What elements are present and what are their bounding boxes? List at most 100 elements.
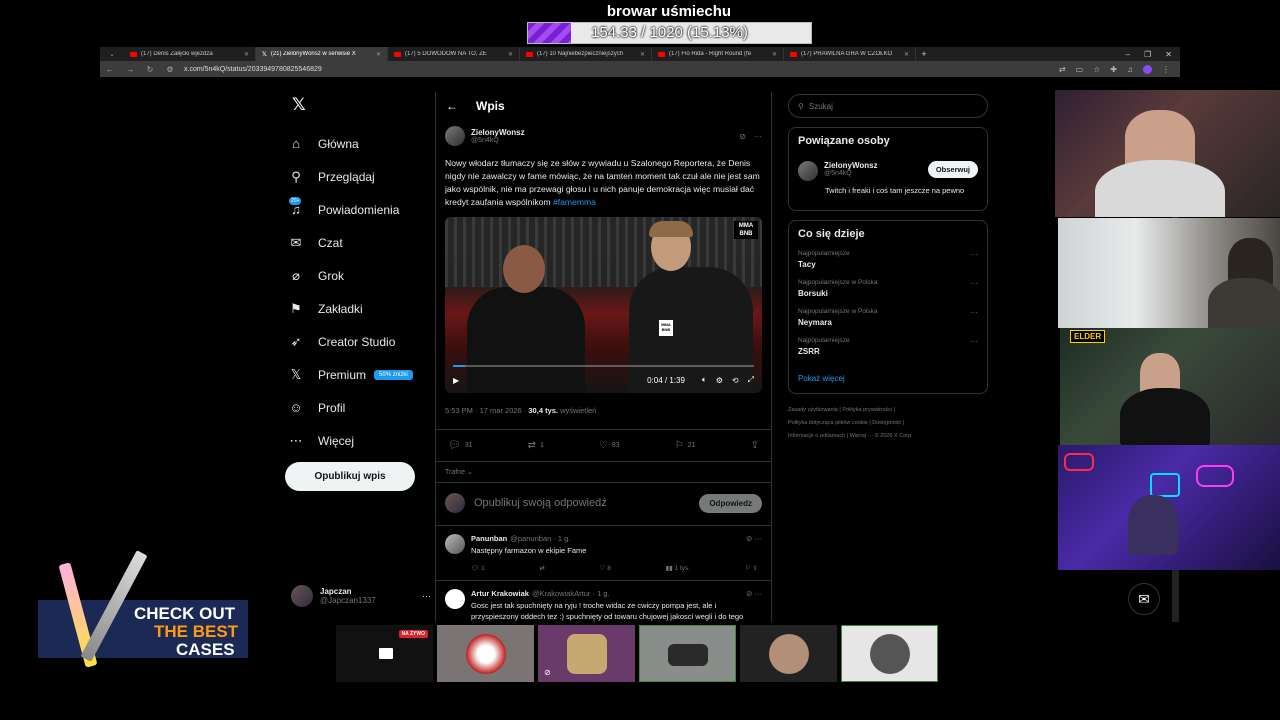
reply-author-name[interactable]: Artur Krakowiak <box>471 589 529 598</box>
like-action[interactable]: ♡ 83 <box>599 440 620 451</box>
sort-replies[interactable]: Trafne ⌄ <box>436 462 771 482</box>
cast-icon[interactable]: ▭ <box>1076 65 1084 74</box>
tab-2[interactable]: (17) 5 DOWODÓW NA TO, ŻE ✕ <box>388 47 520 61</box>
related-avatar[interactable] <box>798 161 818 181</box>
close-icon[interactable]: ✕ <box>376 51 381 58</box>
nav-item-3[interactable]: ✉ Czat <box>286 226 436 259</box>
participant-tile[interactable] <box>740 625 837 682</box>
close-icon[interactable]: ✕ <box>904 51 909 58</box>
hashtag-link[interactable]: #famemma <box>553 197 596 207</box>
author-avatar[interactable] <box>445 126 465 146</box>
reply-input[interactable]: Opublikuj swoją odpowiedź <box>474 497 607 509</box>
show-more-link[interactable]: Pokaż więcej <box>798 374 978 383</box>
participant-tile[interactable] <box>841 625 938 682</box>
views-icon[interactable]: ▮▮ 1 tys. <box>666 564 691 572</box>
follow-button[interactable]: Obserwuj <box>927 161 978 178</box>
repost-icon[interactable]: ⇄ <box>539 564 544 572</box>
play-icon[interactable]: ▶ <box>453 376 459 385</box>
nav-item-0[interactable]: ⌂ Główna <box>286 127 436 160</box>
trend-item[interactable]: Najpopularniejsze w Polska Neymara ··· <box>798 308 978 327</box>
tab-search-icon[interactable]: ⌄ <box>100 51 124 58</box>
video-player[interactable]: MMA BNB MMA BNB ▶ 0:04 / 1:39 🔈︎ ⚙ ⟲ ⤢ <box>445 217 762 393</box>
reply-icon[interactable]: 💬︎ 1 <box>471 564 485 572</box>
close-icon[interactable]: ✕ <box>1165 50 1172 59</box>
more-icon[interactable]: ··· <box>754 132 762 141</box>
nav-item-6[interactable]: ➶ Creator Studio <box>286 325 436 358</box>
close-icon[interactable]: ✕ <box>772 51 777 58</box>
account-switcher[interactable]: Japczan @Japczan1337 ··· <box>291 585 431 607</box>
more-icon[interactable]: ··· <box>970 250 978 259</box>
video-progress[interactable] <box>453 365 754 367</box>
close-icon[interactable]: ✕ <box>640 51 645 58</box>
back-arrow-icon[interactable]: ← <box>446 99 458 113</box>
more-icon[interactable]: ··· <box>970 279 978 288</box>
repost-action[interactable]: ⇄ 1 <box>528 440 544 451</box>
close-icon[interactable]: ✕ <box>508 51 513 58</box>
tab-0[interactable]: (17) Denis Załęcki wjeżdża ✕ <box>124 47 256 61</box>
reply-avatar[interactable] <box>445 589 465 609</box>
bookmark-action[interactable]: ⚐ 21 <box>675 440 696 451</box>
reply-submit-button[interactable]: Odpowiedz <box>699 493 762 513</box>
tab-3[interactable]: (17) 10 Najniebezpieczniejszych ✕ <box>520 47 652 61</box>
footer-line[interactable]: Informacje o reklamach | Więcej ··· © 20… <box>788 430 988 443</box>
messages-button[interactable]: ✉ <box>1128 583 1160 615</box>
nav-item-1[interactable]: ⚲ Przeglądaj <box>286 160 436 193</box>
translate-icon[interactable]: ⇄ <box>1059 65 1066 74</box>
profile-avatar[interactable] <box>1143 64 1152 74</box>
trend-item[interactable]: Najpopularniejsze ZSRR ··· <box>798 337 978 356</box>
site-info-icon[interactable]: ⚙ <box>160 65 180 74</box>
grok-icon[interactable]: ⊘ <box>739 132 746 141</box>
back-icon[interactable]: ← <box>100 65 120 74</box>
more-icon[interactable]: ⊘ ··· <box>746 589 762 598</box>
nav-item-5[interactable]: ⚑ Zakładki <box>286 292 436 325</box>
footer-line[interactable]: Polityka dotycząca plików cookie | Dostę… <box>788 417 988 430</box>
footer-line[interactable]: Zasady użytkowania | Polityka prywatnośc… <box>788 404 988 417</box>
participant-tile[interactable]: ⊘ <box>538 625 635 682</box>
nav-item-8[interactable]: ☺ Profil <box>286 391 436 424</box>
share-action[interactable]: ⇪ <box>751 440 759 451</box>
trend-item[interactable]: Najpopularniejsze Tacy ··· <box>798 250 978 269</box>
reply-item[interactable]: Artur Krakowiak @KrakowiakArtur · 1 g. ⊘… <box>436 581 771 622</box>
reload-icon[interactable]: ↻ <box>140 65 160 74</box>
media-icon[interactable]: ♫ <box>1127 65 1133 74</box>
tab-4[interactable]: (17) Flo Rida - Right Round (fe ✕ <box>652 47 784 61</box>
post-button[interactable]: Opublikuj wpis <box>285 462 415 491</box>
author-name[interactable]: ZielonyWonsz <box>471 128 525 137</box>
more-icon[interactable]: ··· <box>970 308 978 317</box>
participant-tile[interactable] <box>437 625 534 682</box>
more-icon[interactable]: ⊘ ··· <box>746 534 762 543</box>
reply-author-name[interactable]: Panunban <box>471 534 507 543</box>
heart-icon[interactable]: ♡ 8 <box>600 564 611 572</box>
trend-item[interactable]: Najpopularniejsze w Polska Borsuki ··· <box>798 279 978 298</box>
new-tab-button[interactable]: + <box>916 49 932 59</box>
loop-icon[interactable]: ⟲ <box>732 376 739 385</box>
x-logo[interactable]: 𝕏 <box>292 95 436 115</box>
nav-item-2[interactable]: ♫ 20+ Powiadomienia <box>286 193 436 226</box>
nav-item-7[interactable]: 𝕏 Premium 50% zniżki <box>286 358 436 391</box>
participant-tile[interactable]: NA ŻYWO <box>336 625 433 682</box>
search-input[interactable]: ⚲ Szukaj <box>788 94 988 118</box>
participant-tile[interactable] <box>639 625 736 682</box>
more-icon[interactable]: ··· <box>970 337 978 346</box>
bookmark-icon[interactable]: ⚐ ⇪ <box>745 564 758 572</box>
forward-icon[interactable]: → <box>120 65 140 74</box>
reply-item[interactable]: Panunban @panunban · 1 g. ⊘ ··· Następny… <box>436 526 771 581</box>
url-field[interactable]: x.com/5n4kQ/status/2033949780825546829 <box>184 66 322 73</box>
tab-5[interactable]: (17) PRAWILNA GRA W CZÓŁKO ✕ <box>784 47 916 61</box>
tab-1[interactable]: 𝕏 (21) ZielonyWonsz w serwisie X ✕ <box>256 47 388 61</box>
extensions-icon[interactable]: ✚ <box>1110 65 1117 74</box>
related-person[interactable]: ZielonyWonsz @5n4kQ Obserwuj <box>798 161 978 181</box>
volume-icon[interactable]: 🔈︎ <box>702 375 707 385</box>
more-icon[interactable]: ··· <box>422 591 431 601</box>
close-icon[interactable]: ✕ <box>244 51 249 58</box>
menu-icon[interactable]: ⋮ <box>1162 65 1170 74</box>
nav-item-4[interactable]: ⌀ Grok <box>286 259 436 292</box>
post-timestamp[interactable]: 5:53 PM · 17 mar 2026 · <box>445 406 526 415</box>
star-icon[interactable]: ☆ <box>1093 65 1100 74</box>
related-name[interactable]: ZielonyWonsz <box>824 161 878 170</box>
nav-item-9[interactable]: ⋯ Więcej <box>286 424 436 457</box>
reply-action[interactable]: 💬︎ 31 <box>448 440 473 451</box>
reply-avatar[interactable] <box>445 534 465 554</box>
maximize-icon[interactable]: ❐ <box>1144 50 1151 59</box>
minimize-icon[interactable]: – <box>1126 50 1130 59</box>
